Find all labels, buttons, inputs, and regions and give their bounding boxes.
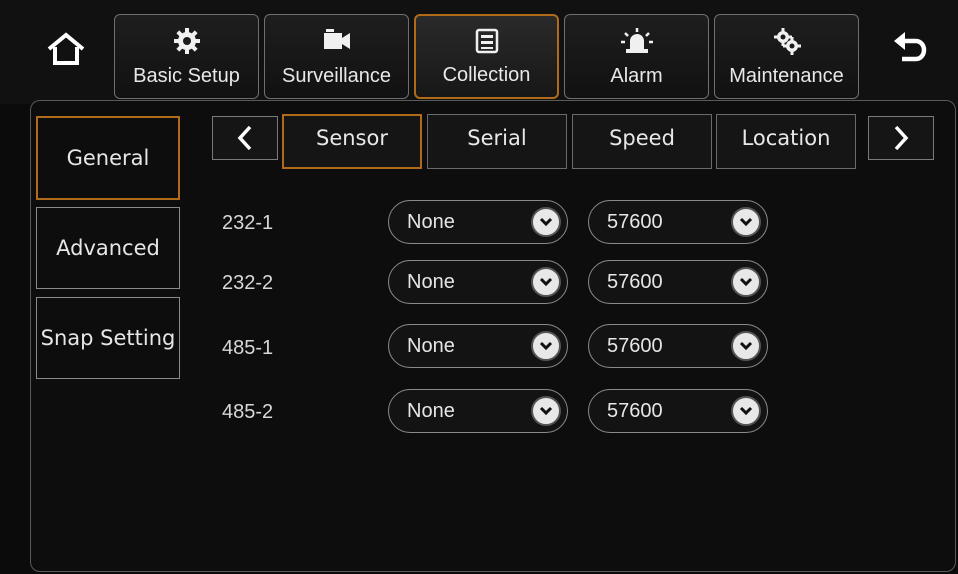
subtab-label: Serial (467, 125, 527, 150)
tab-label: Surveillance (282, 65, 391, 87)
chevron-right-icon (894, 125, 909, 151)
select-value: 57600 (607, 334, 663, 357)
back-button[interactable] (882, 22, 938, 72)
chevron-down-icon (731, 267, 761, 297)
tab-label: Basic Setup (133, 65, 240, 87)
top-nav-bar: Basic Setup Surveillance Collection Alar… (0, 0, 958, 104)
chevron-down-icon (531, 207, 561, 237)
port-label-232-2: 232-2 (222, 272, 274, 294)
sidebar-item-label: Snap Setting (40, 326, 176, 350)
subtab-prev-button[interactable] (212, 116, 278, 160)
port-label-485-2: 485-2 (222, 401, 274, 423)
select-value: None (407, 399, 455, 422)
sidebar-item-snap-setting[interactable]: Snap Setting (36, 297, 180, 379)
tab-label: Alarm (610, 65, 663, 87)
sidebar-item-label: General (66, 146, 150, 170)
camera-icon (265, 27, 408, 57)
baud-select-232-2[interactable]: 57600 (588, 260, 768, 304)
gear-icon (115, 27, 258, 57)
device-select-485-2[interactable]: None (388, 389, 568, 433)
device-select-232-2[interactable]: None (388, 260, 568, 304)
tab-serial[interactable]: Serial (427, 114, 567, 169)
chevron-left-icon (237, 125, 252, 151)
tab-speed[interactable]: Speed (572, 114, 712, 169)
home-icon (47, 32, 85, 65)
tab-sensor[interactable]: Sensor (282, 114, 422, 169)
port-label-232-1: 232-1 (222, 212, 274, 234)
device-select-485-1[interactable]: None (388, 324, 568, 368)
tab-location[interactable]: Location (716, 114, 856, 169)
select-value: None (407, 270, 455, 293)
subtab-label: Sensor (316, 125, 388, 150)
chevron-down-icon (731, 207, 761, 237)
tab-label: Collection (442, 64, 531, 86)
chevron-down-icon (731, 331, 761, 361)
baud-select-485-1[interactable]: 57600 (588, 324, 768, 368)
sidebar-item-label: Advanced (56, 236, 160, 260)
baud-select-485-2[interactable]: 57600 (588, 389, 768, 433)
sidebar-item-advanced[interactable]: Advanced (36, 207, 180, 289)
chevron-down-icon (731, 396, 761, 426)
home-button[interactable] (38, 24, 94, 74)
tab-alarm[interactable]: Alarm (564, 14, 709, 99)
select-value: 57600 (607, 210, 663, 233)
select-value: 57600 (607, 270, 663, 293)
back-arrow-icon (894, 32, 927, 62)
tab-maintenance[interactable]: Maintenance (714, 14, 859, 99)
chevron-down-icon (531, 331, 561, 361)
alarm-icon (565, 27, 708, 57)
chevron-down-icon (531, 396, 561, 426)
chevron-down-icon (531, 267, 561, 297)
collection-icon (416, 28, 557, 58)
select-value: None (407, 334, 455, 357)
subtab-next-button[interactable] (868, 116, 934, 160)
baud-select-232-1[interactable]: 57600 (588, 200, 768, 244)
subtab-label: Location (741, 125, 831, 150)
port-label-485-1: 485-1 (222, 337, 274, 359)
tab-basic-setup[interactable]: Basic Setup (114, 14, 259, 99)
tab-label: Maintenance (729, 65, 844, 87)
maintenance-icon (715, 27, 858, 57)
subtab-label: Speed (609, 125, 675, 150)
sidebar-item-general[interactable]: General (36, 116, 180, 200)
select-value: None (407, 210, 455, 233)
device-select-232-1[interactable]: None (388, 200, 568, 244)
select-value: 57600 (607, 399, 663, 422)
tab-collection[interactable]: Collection (414, 14, 559, 99)
tab-surveillance[interactable]: Surveillance (264, 14, 409, 99)
